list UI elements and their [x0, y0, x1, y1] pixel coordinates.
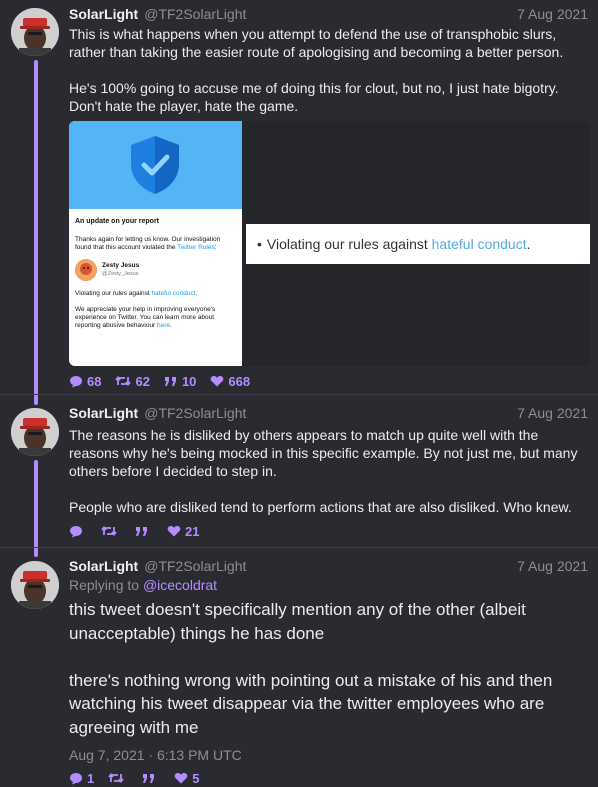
reply-button[interactable]: 1	[69, 771, 94, 786]
heart-icon	[211, 375, 224, 387]
quote-count: 10	[181, 373, 197, 389]
retweet-icon	[101, 526, 117, 536]
tweet-content: this tweet doesn't specifically mention …	[69, 598, 588, 739]
avatar[interactable]	[11, 561, 59, 609]
quote-icon	[164, 376, 176, 386]
comment-icon	[70, 525, 82, 537]
like-count: 21	[185, 523, 200, 539]
heart-icon	[174, 772, 188, 784]
retweet-icon	[115, 376, 132, 386]
quote-button[interactable]	[142, 773, 160, 784]
display-name[interactable]: SolarLight	[69, 405, 138, 421]
card-user-handle: @Zesty_Jesus	[102, 271, 139, 277]
replying-label: Replying to	[69, 577, 143, 593]
comment-icon	[70, 375, 82, 387]
bullet: •	[257, 236, 262, 252]
zoomed-violation-text: • Violating our rules against hateful co…	[246, 224, 590, 264]
card-closing: We appreciate your help in improving eve…	[75, 306, 236, 330]
comment-icon	[70, 772, 82, 784]
display-name[interactable]: SolarLight	[69, 558, 138, 574]
avatar[interactable]	[11, 8, 59, 56]
retweet-button[interactable]: 62	[115, 373, 150, 389]
zoom-link: hateful conduct	[431, 236, 527, 252]
card-violation-link: hateful conduct	[151, 290, 196, 297]
card-user-name: Zesty Jesus	[102, 262, 140, 269]
tweet-paragraph: there's nothing wrong with pointing out …	[69, 670, 553, 737]
like-count: 668	[228, 373, 251, 389]
quote-icon	[136, 526, 147, 536]
card-user-avatar	[75, 259, 97, 281]
card-text: Thanks again for letting us know. Our in…	[75, 236, 236, 252]
card-violation: Violating our rules against hateful cond…	[75, 290, 236, 298]
rules-link: Twitter Rules	[177, 244, 215, 251]
username[interactable]: @TF2SolarLight	[144, 558, 246, 574]
retweet-button[interactable]	[101, 525, 121, 537]
reply-count: 1	[87, 770, 95, 786]
tweet-stats: 1 5	[69, 769, 588, 787]
tweet-content: This is what happens when you attempt to…	[69, 25, 588, 115]
tweet-stats: 21	[69, 522, 588, 540]
card-violation-text: Violating our rules against	[75, 290, 152, 297]
avatar-image	[11, 408, 59, 456]
tweet-header: SolarLight @TF2SolarLight 7 Aug 2021	[69, 558, 588, 576]
card-violation-text: .	[195, 290, 198, 297]
tweet-1[interactable]: SolarLight @TF2SolarLight 7 Aug 2021 Thi…	[0, 6, 598, 390]
tweet-paragraph: He's 100% going to accuse me of doing th…	[69, 80, 559, 114]
tweet-timestamp[interactable]: Aug 7, 2021 · 6:13 PM UTC	[69, 747, 588, 765]
tweet-divider	[0, 394, 598, 395]
username[interactable]: @TF2SolarLight	[144, 405, 246, 421]
tweet-date[interactable]: 7 Aug 2021	[517, 6, 588, 22]
reply-count: 68	[87, 373, 102, 389]
like-button[interactable]: 668	[210, 374, 250, 389]
zoom-text: .	[526, 236, 531, 252]
retweet-icon	[108, 773, 124, 783]
tweet-divider	[0, 547, 598, 548]
card-body: An update on your report Thanks again fo…	[69, 209, 242, 330]
report-card: An update on your report Thanks again fo…	[69, 121, 242, 366]
quote-button[interactable]: 10	[164, 374, 196, 389]
card-title: An update on your report	[75, 218, 159, 225]
tweet-3[interactable]: SolarLight @TF2SolarLight 7 Aug 2021 Rep…	[0, 558, 598, 787]
tweet-date[interactable]: 7 Aug 2021	[517, 405, 588, 421]
tweet-paragraph: this tweet doesn't specifically mention …	[69, 600, 526, 643]
reply-button[interactable]	[69, 525, 87, 538]
zoom-text: Violating our rules against	[266, 236, 432, 252]
like-button[interactable]: 5	[174, 771, 199, 786]
avatar-image	[11, 8, 59, 56]
card-header	[69, 121, 242, 209]
shield-icon	[131, 136, 179, 194]
card-user: Zesty Jesus @Zesty_Jesus	[75, 259, 236, 281]
like-button[interactable]: 21	[167, 524, 199, 539]
tweet-paragraph: The reasons he is disliked by others app…	[69, 427, 578, 479]
card-text-part: :	[214, 244, 217, 251]
like-count: 5	[192, 770, 200, 786]
avatar[interactable]	[11, 408, 59, 456]
display-name[interactable]: SolarLight	[69, 6, 138, 22]
tweet-2[interactable]: SolarLight @TF2SolarLight 7 Aug 2021 The…	[0, 405, 598, 540]
tweet-stats: 68 62 10 668	[69, 372, 588, 390]
attached-image[interactable]: An update on your report Thanks again fo…	[69, 121, 590, 366]
tweet-paragraph: This is what happens when you attempt to…	[69, 26, 564, 60]
tweet-date[interactable]: 7 Aug 2021	[517, 558, 588, 574]
tweet-content: The reasons he is disliked by others app…	[69, 426, 588, 516]
card-user-avatar-image	[75, 259, 97, 281]
mention-link[interactable]: @icecoldrat	[143, 577, 217, 593]
card-closing-text: We appreciate your help in improving eve…	[75, 306, 216, 329]
tweet-header: SolarLight @TF2SolarLight 7 Aug 2021	[69, 405, 588, 423]
retweet-count: 62	[135, 373, 150, 389]
card-closing-text: .	[170, 322, 172, 329]
card-closing-link: here	[157, 322, 171, 329]
avatar-image	[11, 561, 59, 609]
username[interactable]: @TF2SolarLight	[144, 6, 246, 22]
reply-button[interactable]: 68	[69, 374, 101, 389]
tweet-paragraph: People who are disliked tend to perform …	[69, 499, 572, 515]
heart-icon	[167, 525, 181, 537]
tweet-header: SolarLight @TF2SolarLight 7 Aug 2021	[69, 6, 588, 24]
replying-to: Replying to @icecoldrat	[69, 576, 588, 595]
retweet-button[interactable]	[108, 772, 128, 784]
quote-button[interactable]	[135, 526, 153, 537]
quote-icon	[143, 773, 155, 783]
